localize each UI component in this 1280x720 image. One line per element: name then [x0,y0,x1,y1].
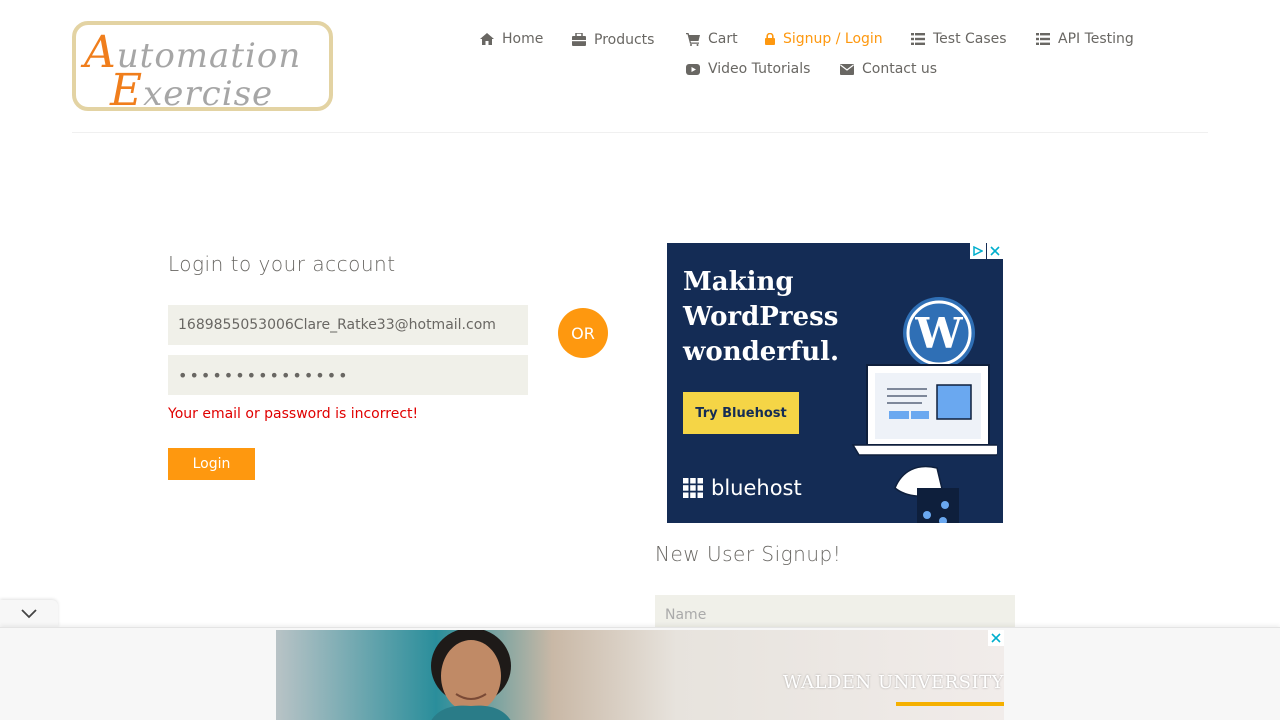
person-photo [431,630,511,720]
nav-home-label: Home [502,31,544,47]
ad-brand-label: bluehost [711,476,802,500]
chevron-down-icon [21,609,37,619]
nav-test-cases[interactable]: Test Cases [911,31,1007,47]
lock-icon [765,33,775,45]
nav-video-tutorials-label: Video Tutorials [708,61,811,77]
list-icon [911,33,925,45]
nav-cart[interactable]: Cart [686,31,738,47]
logo-line-2: Exercise [110,65,273,116]
ad-cta-button[interactable]: Try Bluehost [683,392,799,434]
nav-signup-login[interactable]: Signup / Login [765,31,883,47]
nav-video-tutorials[interactable]: Video Tutorials [686,61,810,77]
password-mask: ••••••••••••••• [178,365,350,385]
ad-close-icon[interactable] [987,243,1003,259]
list-icon [1036,33,1050,45]
envelope-icon [840,63,854,75]
nav-api-testing-label: API Testing [1058,31,1134,47]
nav-products[interactable]: Products [572,31,655,48]
home-icon [480,33,494,45]
briefcase-icon [572,32,586,46]
nav-products-label: Products [594,32,655,48]
login-email-input[interactable] [168,305,528,345]
ad-brand: bluehost [683,476,802,500]
banner-close-icon[interactable] [988,630,1004,646]
youtube-play-icon [686,63,700,75]
svg-text:W: W [914,309,963,358]
collapse-ad-tab[interactable] [0,600,58,628]
laptop-wordpress-illustration: W [851,297,997,523]
signup-title: New User Signup! [655,542,842,566]
banner-brand: WALDEN UNIVERSITY [782,672,1004,693]
logo-cap-e: E [110,65,144,116]
nav-contact-us[interactable]: Contact us [840,61,937,77]
nav-api-testing[interactable]: API Testing [1036,31,1134,47]
header-divider [72,132,1208,133]
bluehost-ad[interactable]: Making WordPress wonderful. Try Bluehost… [667,243,1003,523]
adchoices-icon[interactable] [970,243,986,259]
nav-contact-us-label: Contact us [862,61,938,77]
nav-cart-label: Cart [708,31,738,47]
grid-icon [683,478,703,498]
login-password-input[interactable]: ••••••••••••••• [168,355,528,395]
login-button[interactable]: Login [168,448,255,480]
login-title: Login to your account [168,252,396,276]
or-divider: OR [558,308,608,358]
ad-controls [970,243,1003,259]
walden-banner-ad[interactable]: WALDEN UNIVERSITY [276,630,1004,720]
page: Automation Exercise Home Products Cart S… [0,0,1280,720]
ad-headline: Making WordPress wonderful. [683,267,840,367]
cart-icon [686,32,700,46]
nav-signup-login-label: Signup / Login [783,31,883,47]
nav-test-cases-label: Test Cases [933,31,1007,47]
nav-home[interactable]: Home [480,31,543,47]
banner-underline [896,702,1004,706]
site-logo[interactable]: Automation Exercise [72,21,333,116]
logo-rest-2: xercise [143,74,274,114]
login-error-message: Your email or password is incorrect! [168,406,419,422]
